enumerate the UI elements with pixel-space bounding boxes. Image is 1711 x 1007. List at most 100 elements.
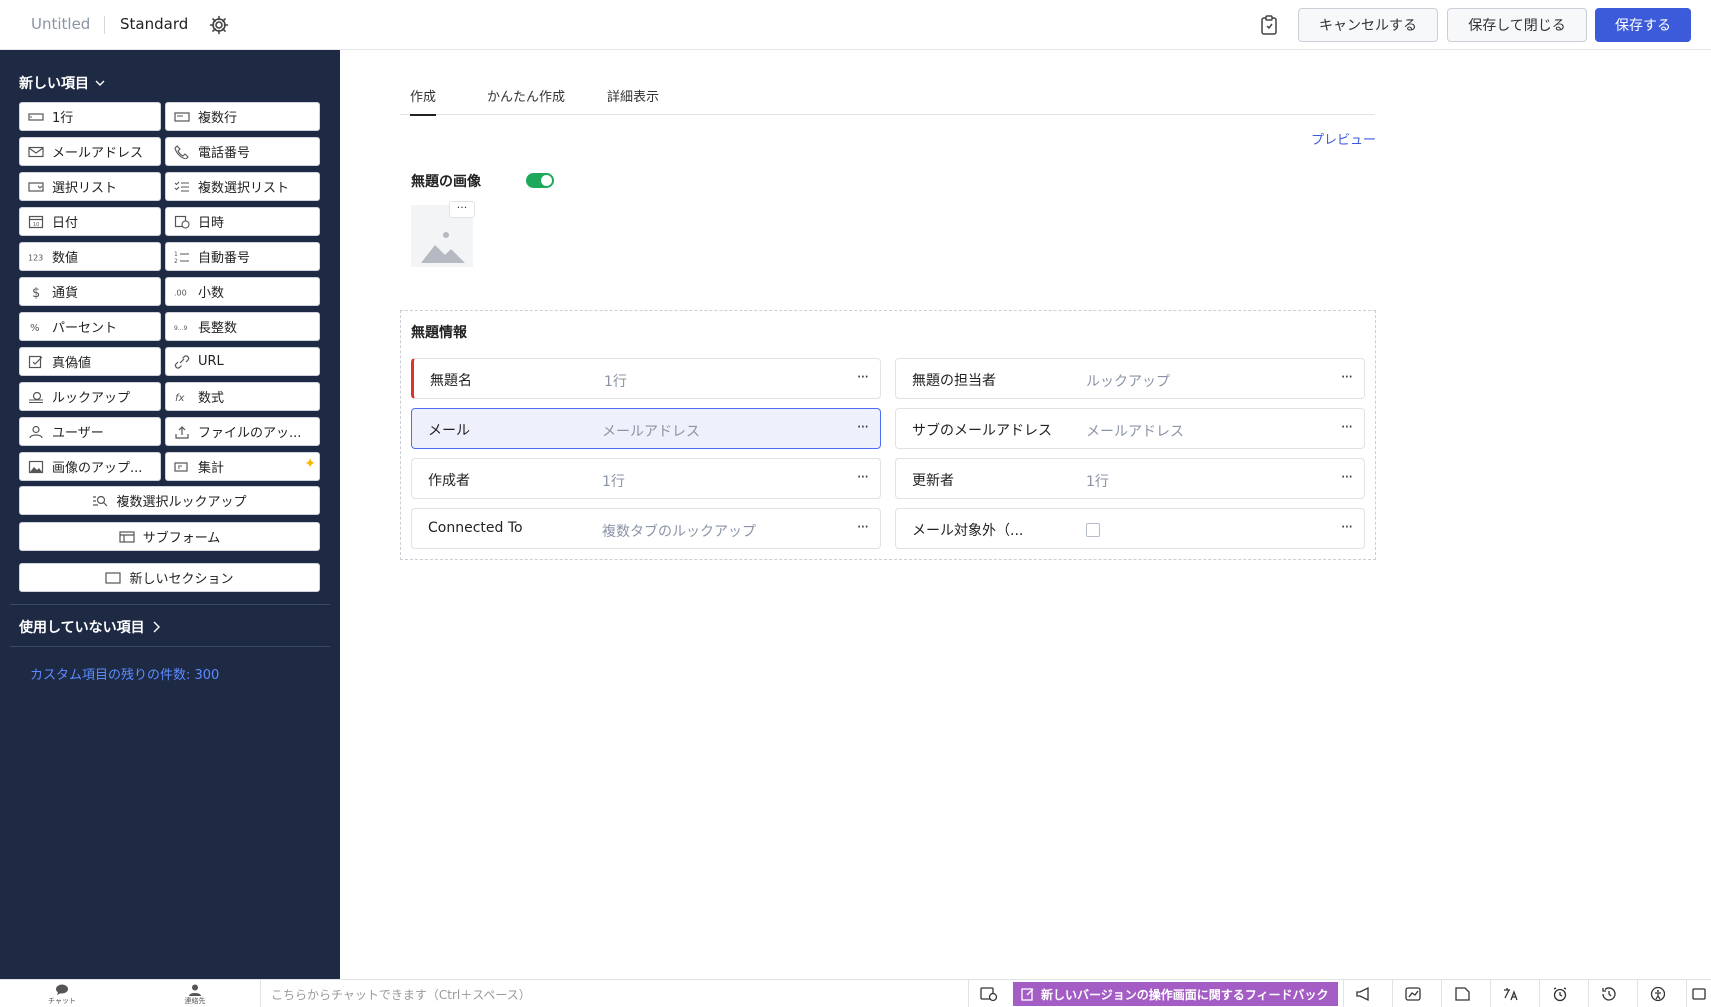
- tab-quick-create[interactable]: かんたん作成: [487, 86, 565, 105]
- field-label: メール対象外（...: [912, 523, 1024, 539]
- field-button-label: ルックアップ: [52, 391, 131, 406]
- tab-detail-view[interactable]: 詳細表示: [607, 86, 659, 105]
- field-button-datetime[interactable]: 日時: [165, 207, 320, 236]
- single-line-icon: [28, 110, 44, 124]
- sparkle-icon: ✦: [304, 456, 316, 472]
- more-options-icon[interactable]: ···: [1341, 518, 1353, 536]
- field-button-file-upload[interactable]: ファイルのアッ...: [165, 417, 320, 446]
- email-icon: [28, 145, 44, 159]
- field-button-lookup[interactable]: ルックアップ: [19, 382, 161, 411]
- auto-number-icon: 12: [174, 250, 190, 264]
- subform-button[interactable]: サブフォーム: [19, 522, 320, 551]
- field-button-label: 日時: [198, 216, 225, 231]
- screen-share-button[interactable]: [968, 980, 1008, 1007]
- notes-button[interactable]: [1441, 980, 1481, 1007]
- layout-field[interactable]: メール メールアドレス ···: [411, 408, 881, 449]
- field-button-long-integer[interactable]: 9...9 長整数: [165, 312, 320, 341]
- field-button-phone[interactable]: 電話番号: [165, 137, 320, 166]
- more-options-icon[interactable]: ···: [1341, 468, 1353, 486]
- svg-text:fx: fx: [175, 393, 185, 404]
- megaphone-icon: [1355, 986, 1369, 1002]
- field-button-multi-select[interactable]: 複数選択リスト: [165, 172, 320, 201]
- cancel-button[interactable]: キャンセルする: [1298, 8, 1438, 42]
- save-button[interactable]: 保存する: [1595, 8, 1691, 42]
- image-more-button[interactable]: ···: [449, 201, 475, 218]
- accessibility-button[interactable]: [1637, 980, 1677, 1007]
- layout-field[interactable]: Connected To 複数タブのルックアップ ···: [411, 508, 881, 549]
- layout-field[interactable]: 作成者 1行 ···: [411, 458, 881, 499]
- section-title[interactable]: 無題情報: [411, 322, 467, 342]
- more-options-icon[interactable]: ···: [857, 368, 869, 386]
- more-options-icon[interactable]: ···: [857, 468, 869, 486]
- chevron-down-icon: [95, 80, 105, 86]
- field-button-boolean[interactable]: 真偽値: [19, 347, 161, 376]
- more-tools-button[interactable]: [1686, 980, 1711, 1007]
- svg-text:1: 1: [174, 251, 178, 258]
- field-button-label: 1行: [52, 111, 74, 126]
- field-button-decimal[interactable]: .00 小数: [165, 277, 320, 306]
- more-options-icon[interactable]: ···: [1341, 418, 1353, 436]
- field-button-currency[interactable]: $ 通貨: [19, 277, 161, 306]
- layout-title[interactable]: Untitled: [31, 15, 90, 33]
- reminder-button[interactable]: [1539, 980, 1579, 1007]
- field-type: 1行: [1086, 474, 1109, 490]
- field-button-auto-number[interactable]: 1 2 自動番号: [165, 242, 320, 271]
- save-and-close-button[interactable]: 保存して閉じる: [1447, 8, 1587, 42]
- field-button-url[interactable]: URL: [165, 347, 320, 376]
- field-button-number[interactable]: 123 数値: [19, 242, 161, 271]
- svg-text:10: 10: [33, 222, 39, 228]
- layout-field[interactable]: サブのメールアドレス メールアドレス ···: [895, 408, 1365, 449]
- tab-create[interactable]: 作成: [410, 86, 437, 116]
- date-icon: 10: [28, 215, 44, 229]
- layout-name[interactable]: Standard: [120, 15, 188, 33]
- field-button-label: ユーザー: [52, 426, 104, 441]
- field-button-formula[interactable]: fx 数式: [165, 382, 320, 411]
- multi-select-lookup-button[interactable]: 複数選択ルックアップ: [19, 486, 320, 515]
- new-section-label: 新しいセクション: [129, 572, 234, 587]
- more-options-icon[interactable]: ···: [857, 418, 869, 436]
- field-button-user[interactable]: ユーザー: [19, 417, 161, 446]
- field-type: メールアドレス: [1086, 424, 1184, 440]
- history-button[interactable]: [1588, 980, 1628, 1007]
- gear-icon[interactable]: [209, 15, 229, 35]
- feedback-banner[interactable]: 新しいバージョンの操作画面に関するフィードバック: [1013, 982, 1338, 1006]
- announcement-button[interactable]: [1343, 980, 1383, 1007]
- field-button-label: 長整数: [198, 321, 238, 336]
- clipboard-icon[interactable]: [1260, 15, 1278, 35]
- field-button-email[interactable]: メールアドレス: [19, 137, 161, 166]
- layout-field[interactable]: 無題の担当者 ルックアップ ···: [895, 358, 1365, 399]
- decimal-icon: .00: [174, 285, 190, 299]
- field-button-rollup[interactable]: 集計 ✦: [165, 452, 320, 481]
- field-button-percent[interactable]: % パーセント: [19, 312, 161, 341]
- field-button-multi-line[interactable]: 複数行: [165, 102, 320, 131]
- layout-field[interactable]: 無題名 1行 ···: [411, 358, 881, 399]
- preview-link[interactable]: プレビュー: [1311, 129, 1376, 148]
- contacts-button[interactable]: 連絡先: [175, 984, 215, 1006]
- field-button-label: メールアドレス: [52, 146, 144, 161]
- layout-tabs: 作成 かんたん作成 詳細表示: [400, 78, 1375, 116]
- image-field-toggle[interactable]: [526, 173, 554, 188]
- tools-icon: [1692, 988, 1706, 1000]
- layout-editor-canvas: 作成 かんたん作成 詳細表示 プレビュー 無題の画像 ··· 無題情報 無題名 1…: [340, 50, 1711, 979]
- more-options-icon[interactable]: ···: [1341, 368, 1353, 386]
- field-button-date[interactable]: 10 日付: [19, 207, 161, 236]
- layout-field[interactable]: 更新者 1行 ···: [895, 458, 1365, 499]
- layout-field[interactable]: メール対象外（... ···: [895, 508, 1365, 549]
- field-button-image-upload[interactable]: 画像のアップ...: [19, 452, 161, 481]
- field-button-label: 画像のアップ...: [52, 461, 143, 476]
- chat-input[interactable]: こちらからチャットできます（Ctrl＋スペース）: [260, 980, 965, 1007]
- field-button-picklist[interactable]: 選択リスト: [19, 172, 161, 201]
- multi-line-icon: [174, 110, 190, 124]
- translate-button[interactable]: [1490, 980, 1530, 1007]
- chat-icon: [56, 984, 68, 995]
- new-section-button[interactable]: 新しいセクション: [19, 563, 320, 592]
- more-options-icon[interactable]: ···: [857, 518, 869, 536]
- chat-button[interactable]: チャット: [42, 984, 82, 1006]
- number-icon: 123: [28, 250, 44, 264]
- unused-items-header[interactable]: 使用していない項目: [19, 617, 161, 637]
- analytics-button[interactable]: [1392, 980, 1432, 1007]
- field-palette-sidebar: 新しい項目 1行 複数行メールアドレス 電話番号 選択リスト 複数選択リスト 10 日付 日時…: [0, 50, 340, 979]
- field-button-single-line[interactable]: 1行: [19, 102, 161, 131]
- subform-icon: [119, 530, 135, 544]
- new-items-header[interactable]: 新しい項目: [19, 73, 105, 93]
